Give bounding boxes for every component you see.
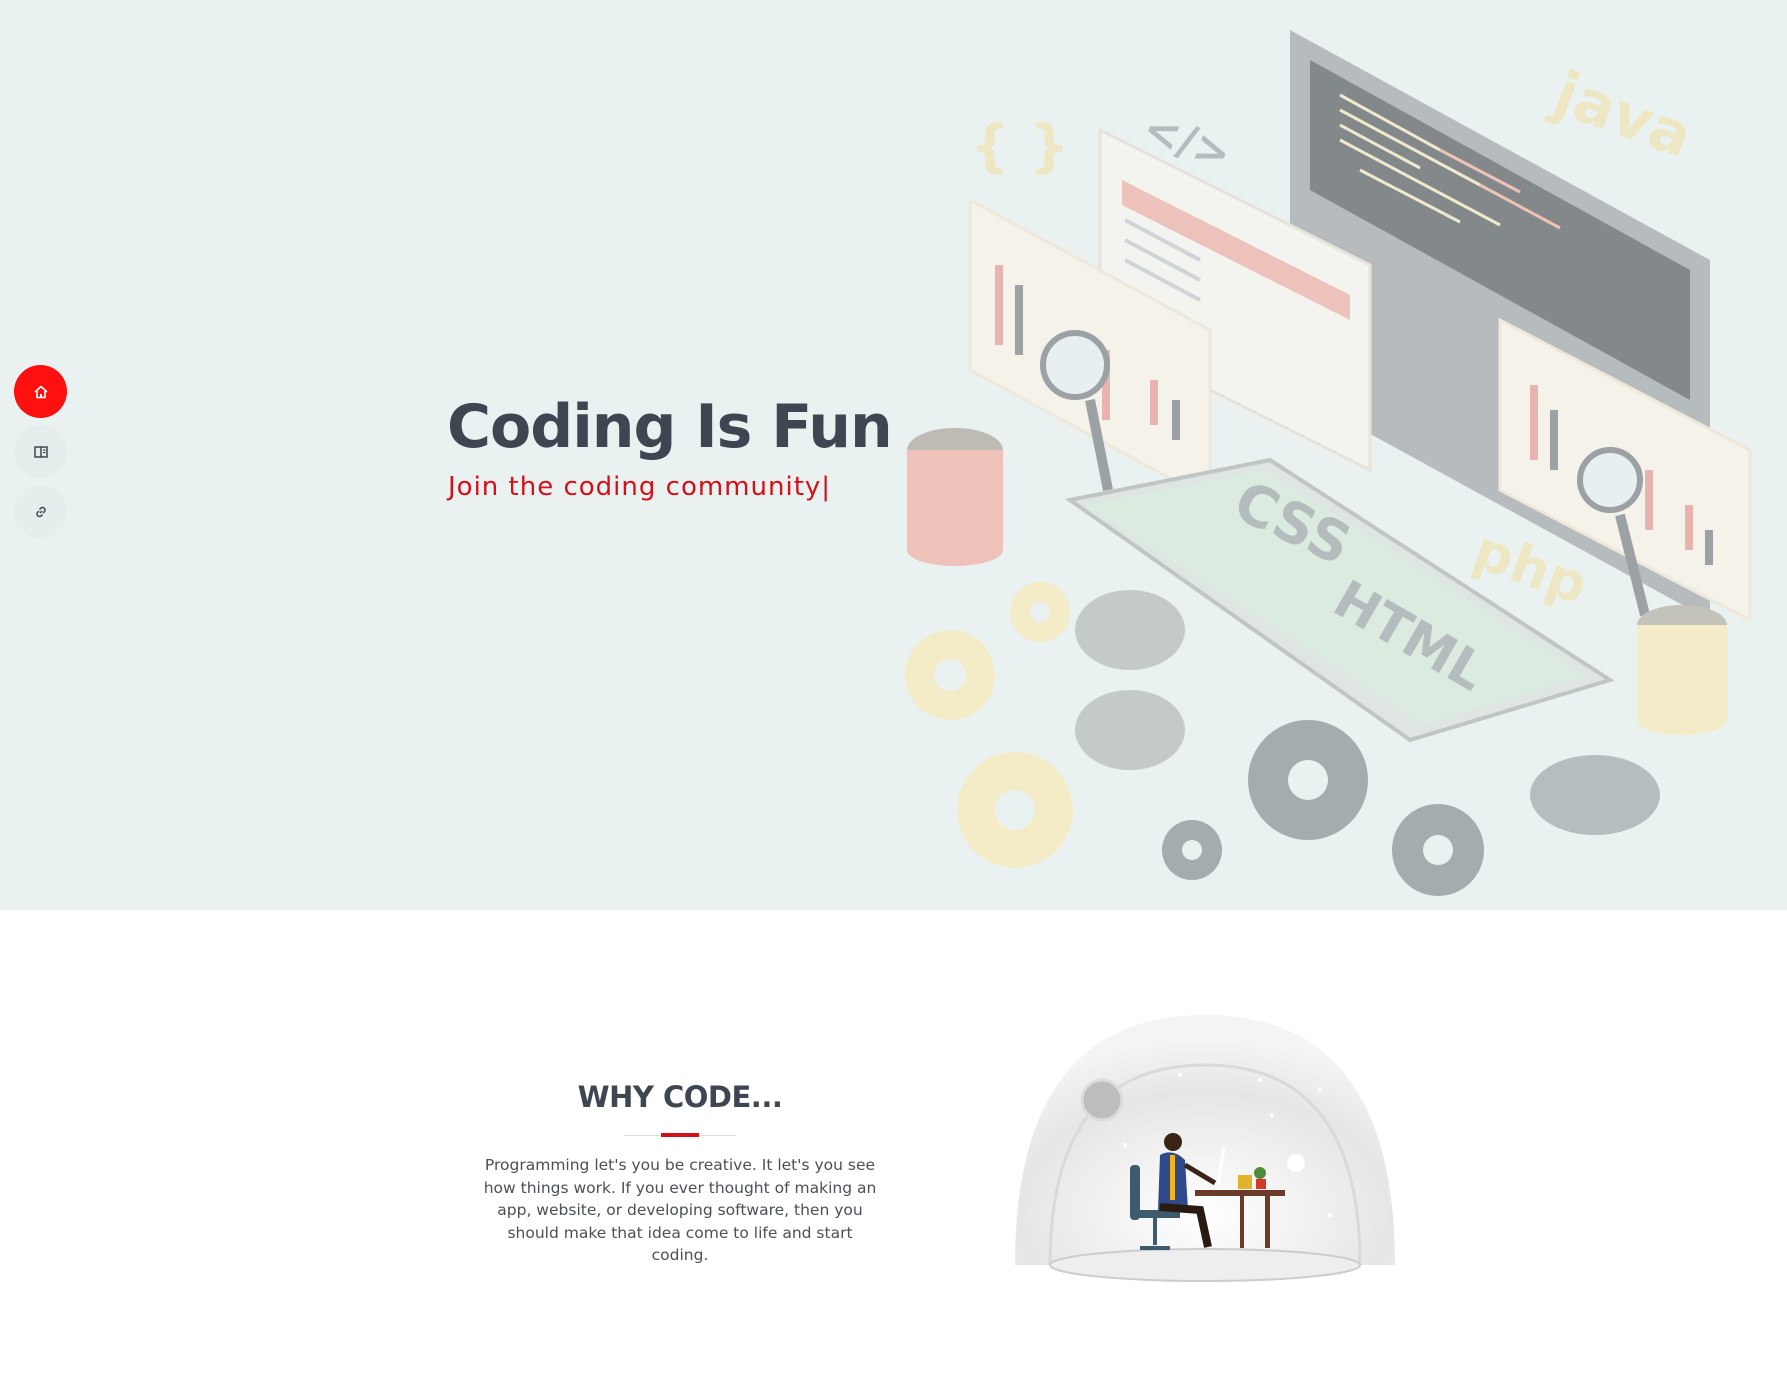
- book-icon: [33, 445, 48, 458]
- cloud-top: [1075, 590, 1185, 670]
- mouse-art: [1530, 755, 1660, 835]
- why-code-section: WHY CODE... Programming let's you be cre…: [0, 910, 1787, 1375]
- magnifier-right: [1577, 447, 1643, 513]
- why-code-title: WHY CODE...: [577, 1080, 783, 1114]
- nav-home-button[interactable]: [14, 365, 67, 418]
- side-nav: [14, 365, 67, 545]
- coder-dome-illustration: [1015, 1015, 1395, 1282]
- why-code-body: Programming let's you be creative. It le…: [483, 1156, 877, 1264]
- coding-illustration: { } </> java CSS HTML php: [905, 30, 1752, 896]
- globe-icon: [1080, 1078, 1124, 1122]
- hero-subtitle: Join the coding community|: [448, 472, 832, 502]
- link-icon: [35, 506, 46, 517]
- nav-book-button[interactable]: [14, 425, 67, 478]
- desk: [1195, 1190, 1285, 1196]
- braces-label: { }: [970, 114, 1069, 179]
- nav-link-button[interactable]: [14, 485, 67, 538]
- title-divider: [624, 1133, 736, 1137]
- home-icon: [33, 385, 48, 398]
- moon-icon: [1287, 1154, 1305, 1172]
- java-label: java: [1543, 58, 1701, 173]
- person: [1164, 1133, 1182, 1151]
- hero-title: Coding Is Fun: [447, 392, 893, 462]
- hero-section: { } </> java CSS HTML php Coding Is Fun …: [0, 0, 1787, 910]
- cloud-bottom: [1075, 690, 1185, 770]
- magnifier-left: [1040, 330, 1110, 400]
